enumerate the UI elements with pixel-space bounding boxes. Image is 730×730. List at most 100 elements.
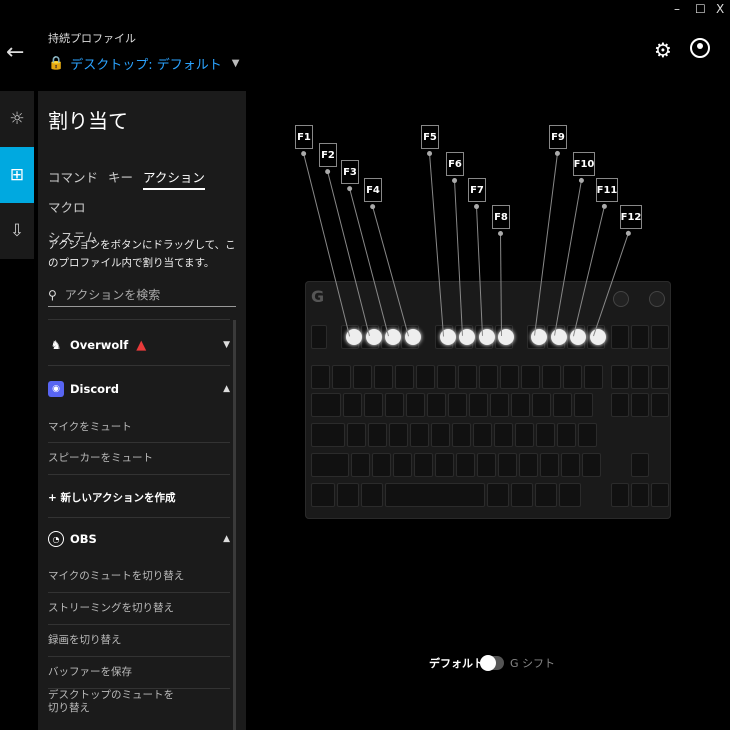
scrollbar[interactable] <box>233 320 236 730</box>
tab-macros[interactable]: マクロ <box>48 200 86 215</box>
key <box>385 393 404 417</box>
action-item[interactable]: 録画を切り替え <box>48 632 230 647</box>
tab-keys[interactable]: キー <box>108 170 133 185</box>
divider <box>48 319 230 320</box>
action-item[interactable]: デスクトップのミュートを切り替え <box>48 689 178 715</box>
divider <box>48 656 230 657</box>
key <box>498 453 517 477</box>
key <box>456 453 475 477</box>
fkey-label-f5[interactable]: F5 <box>421 125 439 149</box>
key <box>536 423 555 447</box>
fkey-label-f6[interactable]: F6 <box>446 152 464 176</box>
key <box>519 453 538 477</box>
key <box>561 453 580 477</box>
key <box>578 423 597 447</box>
fkey-label-f7[interactable]: F7 <box>468 178 486 202</box>
key <box>374 365 393 389</box>
lighting-icon[interactable]: ☼ <box>0 91 34 147</box>
key <box>651 483 669 507</box>
fkey-label-f11[interactable]: F11 <box>596 178 618 202</box>
key <box>337 483 359 507</box>
key <box>452 423 471 447</box>
instructions: アクションをボタンにドラッグして、このプロファイル内で割り当てます。 <box>48 239 236 269</box>
key <box>406 393 425 417</box>
fkey-light <box>531 329 547 345</box>
key <box>553 393 572 417</box>
fkey-label-f3[interactable]: F3 <box>341 160 359 184</box>
key <box>389 423 408 447</box>
key <box>535 483 557 507</box>
profile-selector[interactable]: 🔒 デスクトップ: デフォルト ▼ <box>48 54 239 73</box>
tab-actions[interactable]: アクション <box>143 170 205 190</box>
gear-icon[interactable]: ⚙ <box>654 38 672 62</box>
group-name: Overwolf <box>70 338 129 352</box>
key <box>651 393 669 417</box>
key <box>631 483 649 507</box>
group-name: OBS <box>70 532 97 546</box>
minimize-button[interactable]: – <box>674 2 680 16</box>
key <box>611 365 629 389</box>
key <box>611 393 629 417</box>
action-item[interactable]: マイクをミュート <box>48 419 230 434</box>
group-discord[interactable]: ◉ Discord ▲ <box>48 376 230 402</box>
action-item[interactable]: バッファーを保存 <box>48 664 230 679</box>
action-item[interactable]: スピーカーをミュート <box>48 450 230 465</box>
overwolf-icon: ♞ <box>50 338 62 352</box>
key <box>651 365 669 389</box>
key <box>574 393 593 417</box>
chevron-up-icon: ▲ <box>223 534 230 544</box>
key <box>557 423 576 447</box>
fkey-label-f4[interactable]: F4 <box>364 178 382 202</box>
key <box>611 483 629 507</box>
divider <box>48 624 230 625</box>
maximize-button[interactable]: ☐ <box>695 2 706 16</box>
key <box>343 393 362 417</box>
fkey-label-f1[interactable]: F1 <box>295 125 313 149</box>
key <box>347 423 366 447</box>
back-arrow-icon[interactable]: ← <box>6 40 24 65</box>
media-button <box>649 291 665 307</box>
fkey-label-f9[interactable]: F9 <box>549 125 567 149</box>
key <box>368 423 387 447</box>
key <box>515 423 534 447</box>
divider <box>48 517 230 518</box>
warning-icon: ▲ <box>136 337 147 353</box>
action-item[interactable]: マイクのミュートを切り替え <box>48 568 230 583</box>
fkey-label-f2[interactable]: F2 <box>319 143 337 167</box>
key <box>563 365 582 389</box>
group-name: Discord <box>70 382 119 396</box>
user-icon[interactable] <box>690 38 710 58</box>
group-overwolf[interactable]: ♞ Overwolf ▲ ▼ <box>48 332 230 358</box>
media-button <box>613 291 629 307</box>
close-button[interactable]: X <box>716 2 724 16</box>
gshift-toggle[interactable] <box>480 655 504 671</box>
divider <box>48 474 230 475</box>
discord-icon: ◉ <box>48 381 64 397</box>
keyboard-image: G <box>305 281 671 519</box>
fkey-label-f10[interactable]: F10 <box>573 152 595 176</box>
new-action-button[interactable]: + 新しいアクションを作成 <box>48 490 175 505</box>
key <box>351 453 370 477</box>
toggle-knob <box>480 655 496 671</box>
heatmap-icon[interactable]: ⇩ <box>0 203 34 259</box>
key <box>477 453 496 477</box>
key <box>559 483 581 507</box>
assignments-icon[interactable]: ⊞ <box>0 147 34 203</box>
fkey-label-f8[interactable]: F8 <box>492 205 510 229</box>
key <box>469 393 488 417</box>
key <box>521 365 540 389</box>
profile-label: 持続プロファイル <box>48 32 136 45</box>
action-item[interactable]: ストリーミングを切り替え <box>48 600 230 615</box>
key <box>584 365 603 389</box>
search-input[interactable] <box>62 287 227 303</box>
group-obs[interactable]: ◔ OBS ▲ <box>48 526 230 552</box>
tab-commands[interactable]: コマンド <box>48 170 98 185</box>
key <box>393 453 412 477</box>
fkey-light <box>551 329 567 345</box>
key <box>364 393 383 417</box>
key <box>395 365 414 389</box>
key <box>458 365 477 389</box>
divider <box>48 592 230 593</box>
key <box>651 325 669 349</box>
fkey-label-f12[interactable]: F12 <box>620 205 642 229</box>
